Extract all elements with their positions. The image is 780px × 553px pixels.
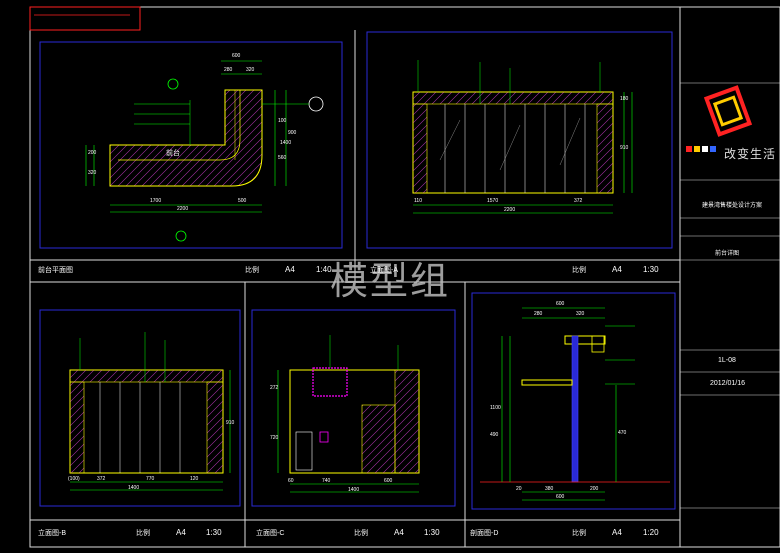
panel-scale-label-elev-b: 比例 xyxy=(136,530,150,537)
drawing-date: 2012/01/16 xyxy=(710,380,746,387)
sect-d-dim-600: 600 xyxy=(556,301,565,307)
plan-dim-2200: 2200 xyxy=(177,206,189,212)
panel-title-sect-d: 剖面图-D xyxy=(470,530,499,537)
elev-b-dim-910: 910 xyxy=(226,420,235,426)
logo-text: 改变生活 xyxy=(724,147,777,161)
elev-b-dim-1400: 1400 xyxy=(128,485,140,491)
project-title: 建景湾售楼处设计方案 xyxy=(702,203,763,209)
sect-d-drawing xyxy=(480,307,670,501)
sect-d-dim-200: 200 xyxy=(590,486,599,492)
elev-b-drawing xyxy=(69,332,231,491)
plan-dim-1400: 1400 xyxy=(280,140,292,146)
plan-dim-600: 600 xyxy=(232,53,241,59)
elev-c-drawing xyxy=(277,335,420,493)
logo-mark xyxy=(686,85,753,152)
plan-dim-500: 500 xyxy=(238,198,247,204)
sect-d-dim-600b: 600 xyxy=(556,494,565,500)
drawing-title: 前台详图 xyxy=(715,251,740,257)
panel-scale-plan: 1:40 xyxy=(316,265,332,274)
sect-d-dim-490: 490 xyxy=(490,432,499,438)
plan-drawing xyxy=(85,60,324,242)
panel-title-elev-b: 立面图-B xyxy=(38,530,66,537)
elev-a-dim-910: 910 xyxy=(620,145,629,151)
panel-scale-elev-a: 1:30 xyxy=(643,265,659,274)
sect-d-dim-380: 380 xyxy=(545,486,554,492)
elev-c-dim-740: 740 xyxy=(322,478,331,484)
elev-b-dim-372: 372 xyxy=(97,476,106,482)
elev-c-dim-1400: 1400 xyxy=(348,487,360,493)
plan-dim-560: 560 xyxy=(278,155,287,161)
elev-c-dim-600: 600 xyxy=(384,478,393,484)
panel-scale-label-elev-c: 比例 xyxy=(354,530,368,537)
elev-a-dim-2200: 2200 xyxy=(504,207,516,213)
panel-paper-elev-b: A4 xyxy=(176,528,186,537)
panel-scale-sect-d: 1:20 xyxy=(643,528,659,537)
drawing-number: 1L-08 xyxy=(718,357,736,364)
panel-title-plan: 前台平面图 xyxy=(38,267,73,274)
plan-dim-280: 280 xyxy=(224,67,233,73)
plan-dim-320: 320 xyxy=(246,67,255,73)
panel-scale-elev-c: 1:30 xyxy=(424,528,440,537)
panel-paper-elev-c: A4 xyxy=(394,528,404,537)
plan-dim-320b: 320 xyxy=(88,170,97,176)
elev-c-dim-272: 272 xyxy=(270,385,279,391)
elev-a-drawing xyxy=(412,60,633,214)
revision-tag-box xyxy=(29,6,141,31)
elev-a-dim-180: 180 xyxy=(620,96,629,102)
sect-d-dim-280: 280 xyxy=(534,311,543,317)
panel-title-elev-a: 立面图-A xyxy=(370,267,398,274)
panel-frame-elev-c xyxy=(251,309,456,507)
elev-a-dim-1570: 1570 xyxy=(487,198,499,204)
sect-d-dim-1100: 1100 xyxy=(490,405,501,411)
sect-d-dim-470: 470 xyxy=(618,430,627,436)
sect-d-dim-320: 320 xyxy=(576,311,585,317)
panel-scale-elev-b: 1:30 xyxy=(206,528,222,537)
panel-scale-label-elev-a: 比例 xyxy=(572,267,586,274)
plan-dim-1700: 1700 xyxy=(150,198,162,204)
counter-label: 前台 xyxy=(166,150,180,157)
cad-drawing-sheet: 模型组 改变生活 前台平面图 比例 A4 1:40 立面图-A 比例 A4 1:… xyxy=(0,0,780,553)
panel-scale-label-plan: 比例 xyxy=(245,267,259,274)
panel-scale-label-sect-d: 比例 xyxy=(572,530,586,537)
elev-a-dim-372: 372 xyxy=(574,198,583,204)
elev-b-dim-100: (100) xyxy=(68,476,80,482)
plan-dim-900: 900 xyxy=(288,130,297,136)
plan-dim-100: 100 xyxy=(278,118,287,124)
panel-paper-sect-d: A4 xyxy=(612,528,622,537)
elev-c-dim-720: 720 xyxy=(270,435,279,441)
elev-b-dim-120: 120 xyxy=(190,476,199,482)
panel-paper-plan: A4 xyxy=(285,265,295,274)
elev-b-dim-770: 770 xyxy=(146,476,155,482)
elev-c-dim-60: 60 xyxy=(288,478,294,484)
watermark-text: 模型组 xyxy=(330,259,451,303)
elev-a-dim-110: 110 xyxy=(414,198,422,204)
sect-d-dim-20: 20 xyxy=(516,486,522,492)
plan-dim-200: 200 xyxy=(88,150,97,156)
panel-paper-elev-a: A4 xyxy=(612,265,622,274)
panel-title-elev-c: 立面图-C xyxy=(256,530,285,537)
